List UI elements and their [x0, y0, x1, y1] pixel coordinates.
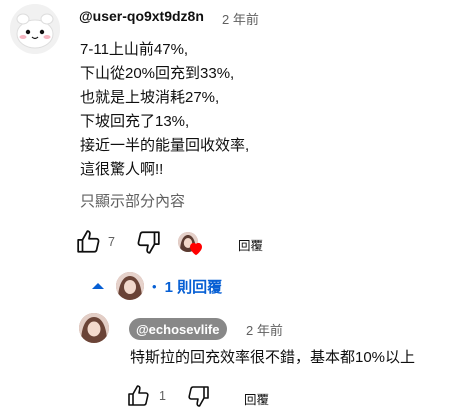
thumbs-up-icon: [127, 384, 151, 408]
cartoon-face-avatar-icon: [10, 4, 60, 54]
creator-heart-badge: [178, 232, 206, 258]
thumbs-down-icon: [135, 229, 161, 255]
like-count: 7: [108, 235, 115, 249]
heart-icon: [188, 241, 204, 261]
comment-author[interactable]: @user-qo9xt9dz8n: [79, 8, 204, 24]
reply-timestamp[interactable]: 2 年前: [246, 320, 283, 339]
comment-line: 也就是上坡消耗27%,: [80, 89, 220, 106]
reply-text: 特斯拉的回充效率很不錯，基本都10%以上: [130, 349, 416, 366]
like-button[interactable]: [127, 384, 151, 408]
comment-line: 下坡回充了13%,: [80, 113, 190, 130]
comment-line: 下山從20%回充到33%,: [80, 65, 235, 82]
avatar[interactable]: [10, 4, 60, 54]
thumbs-up-icon: [76, 229, 102, 255]
avatar: [116, 272, 144, 300]
show-less-link[interactable]: 只顯示部分內容: [80, 190, 185, 211]
caret-up-icon: [86, 282, 110, 290]
dislike-button[interactable]: [186, 384, 210, 408]
reply-button[interactable]: 回覆: [244, 389, 269, 408]
replies-count-label[interactable]: 1 則回覆: [165, 276, 223, 297]
like-button[interactable]: [76, 229, 102, 255]
comment-line: 接近一半的能量回收效率,: [80, 137, 250, 154]
comment-text: 7-11上山前47%, 下山從20%回充到33%, 也就是上坡消耗27%, 下坡…: [80, 38, 249, 182]
comment-line: 這很驚人啊!!: [80, 161, 164, 178]
dislike-button[interactable]: [135, 229, 161, 255]
thumbs-down-icon: [186, 384, 210, 408]
reply-author[interactable]: @echosevlife: [129, 318, 227, 340]
separator-dot: •: [152, 278, 157, 294]
avatar[interactable]: [79, 313, 109, 343]
replies-toggle[interactable]: • 1 則回覆: [86, 270, 222, 302]
comment-timestamp[interactable]: 2 年前: [222, 9, 259, 28]
reply-button[interactable]: 回覆: [238, 235, 263, 254]
like-count: 1: [159, 389, 166, 403]
comment-line: 7-11上山前47%,: [80, 41, 189, 58]
